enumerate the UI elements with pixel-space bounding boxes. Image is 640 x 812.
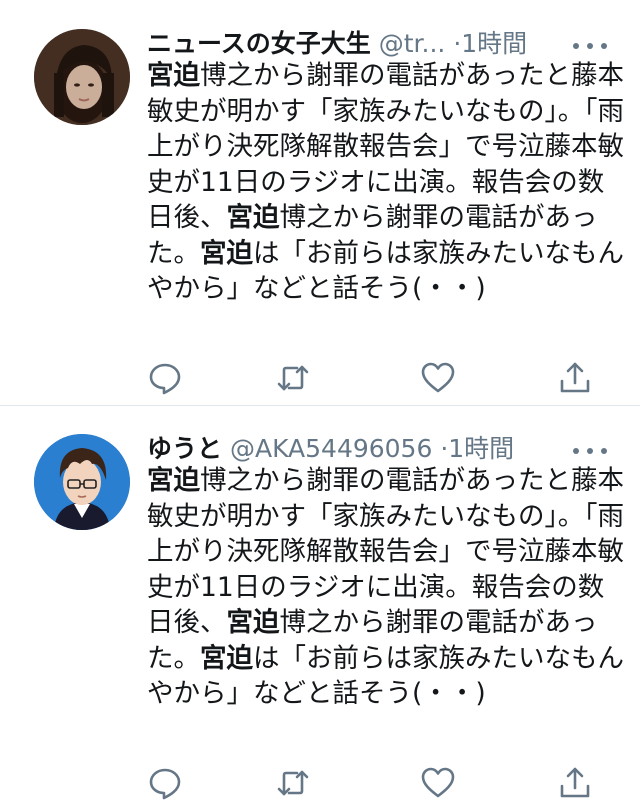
tweet[interactable]: ゆうと @AKA54496056 ·1時間 宮迫博之から謝罪の電話があったと藤本… <box>0 405 640 812</box>
tweet-text: 宮迫博之から謝罪の電話があったと藤本敏史が明かす「家族みたいなもの」。「雨上がり… <box>147 58 627 307</box>
share-icon[interactable] <box>557 765 593 801</box>
avatar[interactable] <box>34 434 130 530</box>
highlight-keyword: 宮迫 <box>200 237 253 269</box>
highlight-keyword: 宮迫 <box>226 202 280 233</box>
like-icon[interactable] <box>420 360 456 396</box>
highlight-keyword: 宮迫 <box>200 642 253 674</box>
timestamp[interactable]: 1時間 <box>461 29 527 58</box>
avatar[interactable] <box>34 29 130 125</box>
anime-man-avatar-icon <box>34 434 130 530</box>
female-user-avatar-icon <box>34 29 130 125</box>
tweet-text: 宮迫博之から謝罪の電話があったと藤本敏史が明かす「家族みたいなもの」。「雨上がり… <box>147 463 627 712</box>
highlight-keyword: 宮迫 <box>226 607 280 638</box>
like-icon[interactable] <box>420 765 456 801</box>
handle[interactable]: @AKA54496056 <box>230 434 432 463</box>
display-name[interactable]: ゆうと <box>147 434 222 463</box>
display-name[interactable]: ニュースの女子大生 <box>147 29 371 58</box>
share-icon[interactable] <box>557 360 593 396</box>
retweet-icon[interactable] <box>275 360 311 396</box>
tweet[interactable]: ニュースの女子大生 @tr... ·1時間 宮迫博之から謝罪の電話があったと藤本… <box>0 0 640 405</box>
highlight-keyword: 宮迫 <box>147 60 200 91</box>
tweet-actions <box>147 360 607 400</box>
retweet-icon[interactable] <box>275 765 311 801</box>
tweet-actions <box>147 765 607 805</box>
timestamp[interactable]: 1時間 <box>448 434 514 463</box>
highlight-keyword: 宮迫 <box>147 465 200 496</box>
reply-icon[interactable] <box>147 765 183 801</box>
handle[interactable]: @tr... <box>379 29 446 58</box>
more-icon[interactable] <box>570 445 610 457</box>
more-icon[interactable] <box>570 40 610 52</box>
reply-icon[interactable] <box>147 360 183 396</box>
